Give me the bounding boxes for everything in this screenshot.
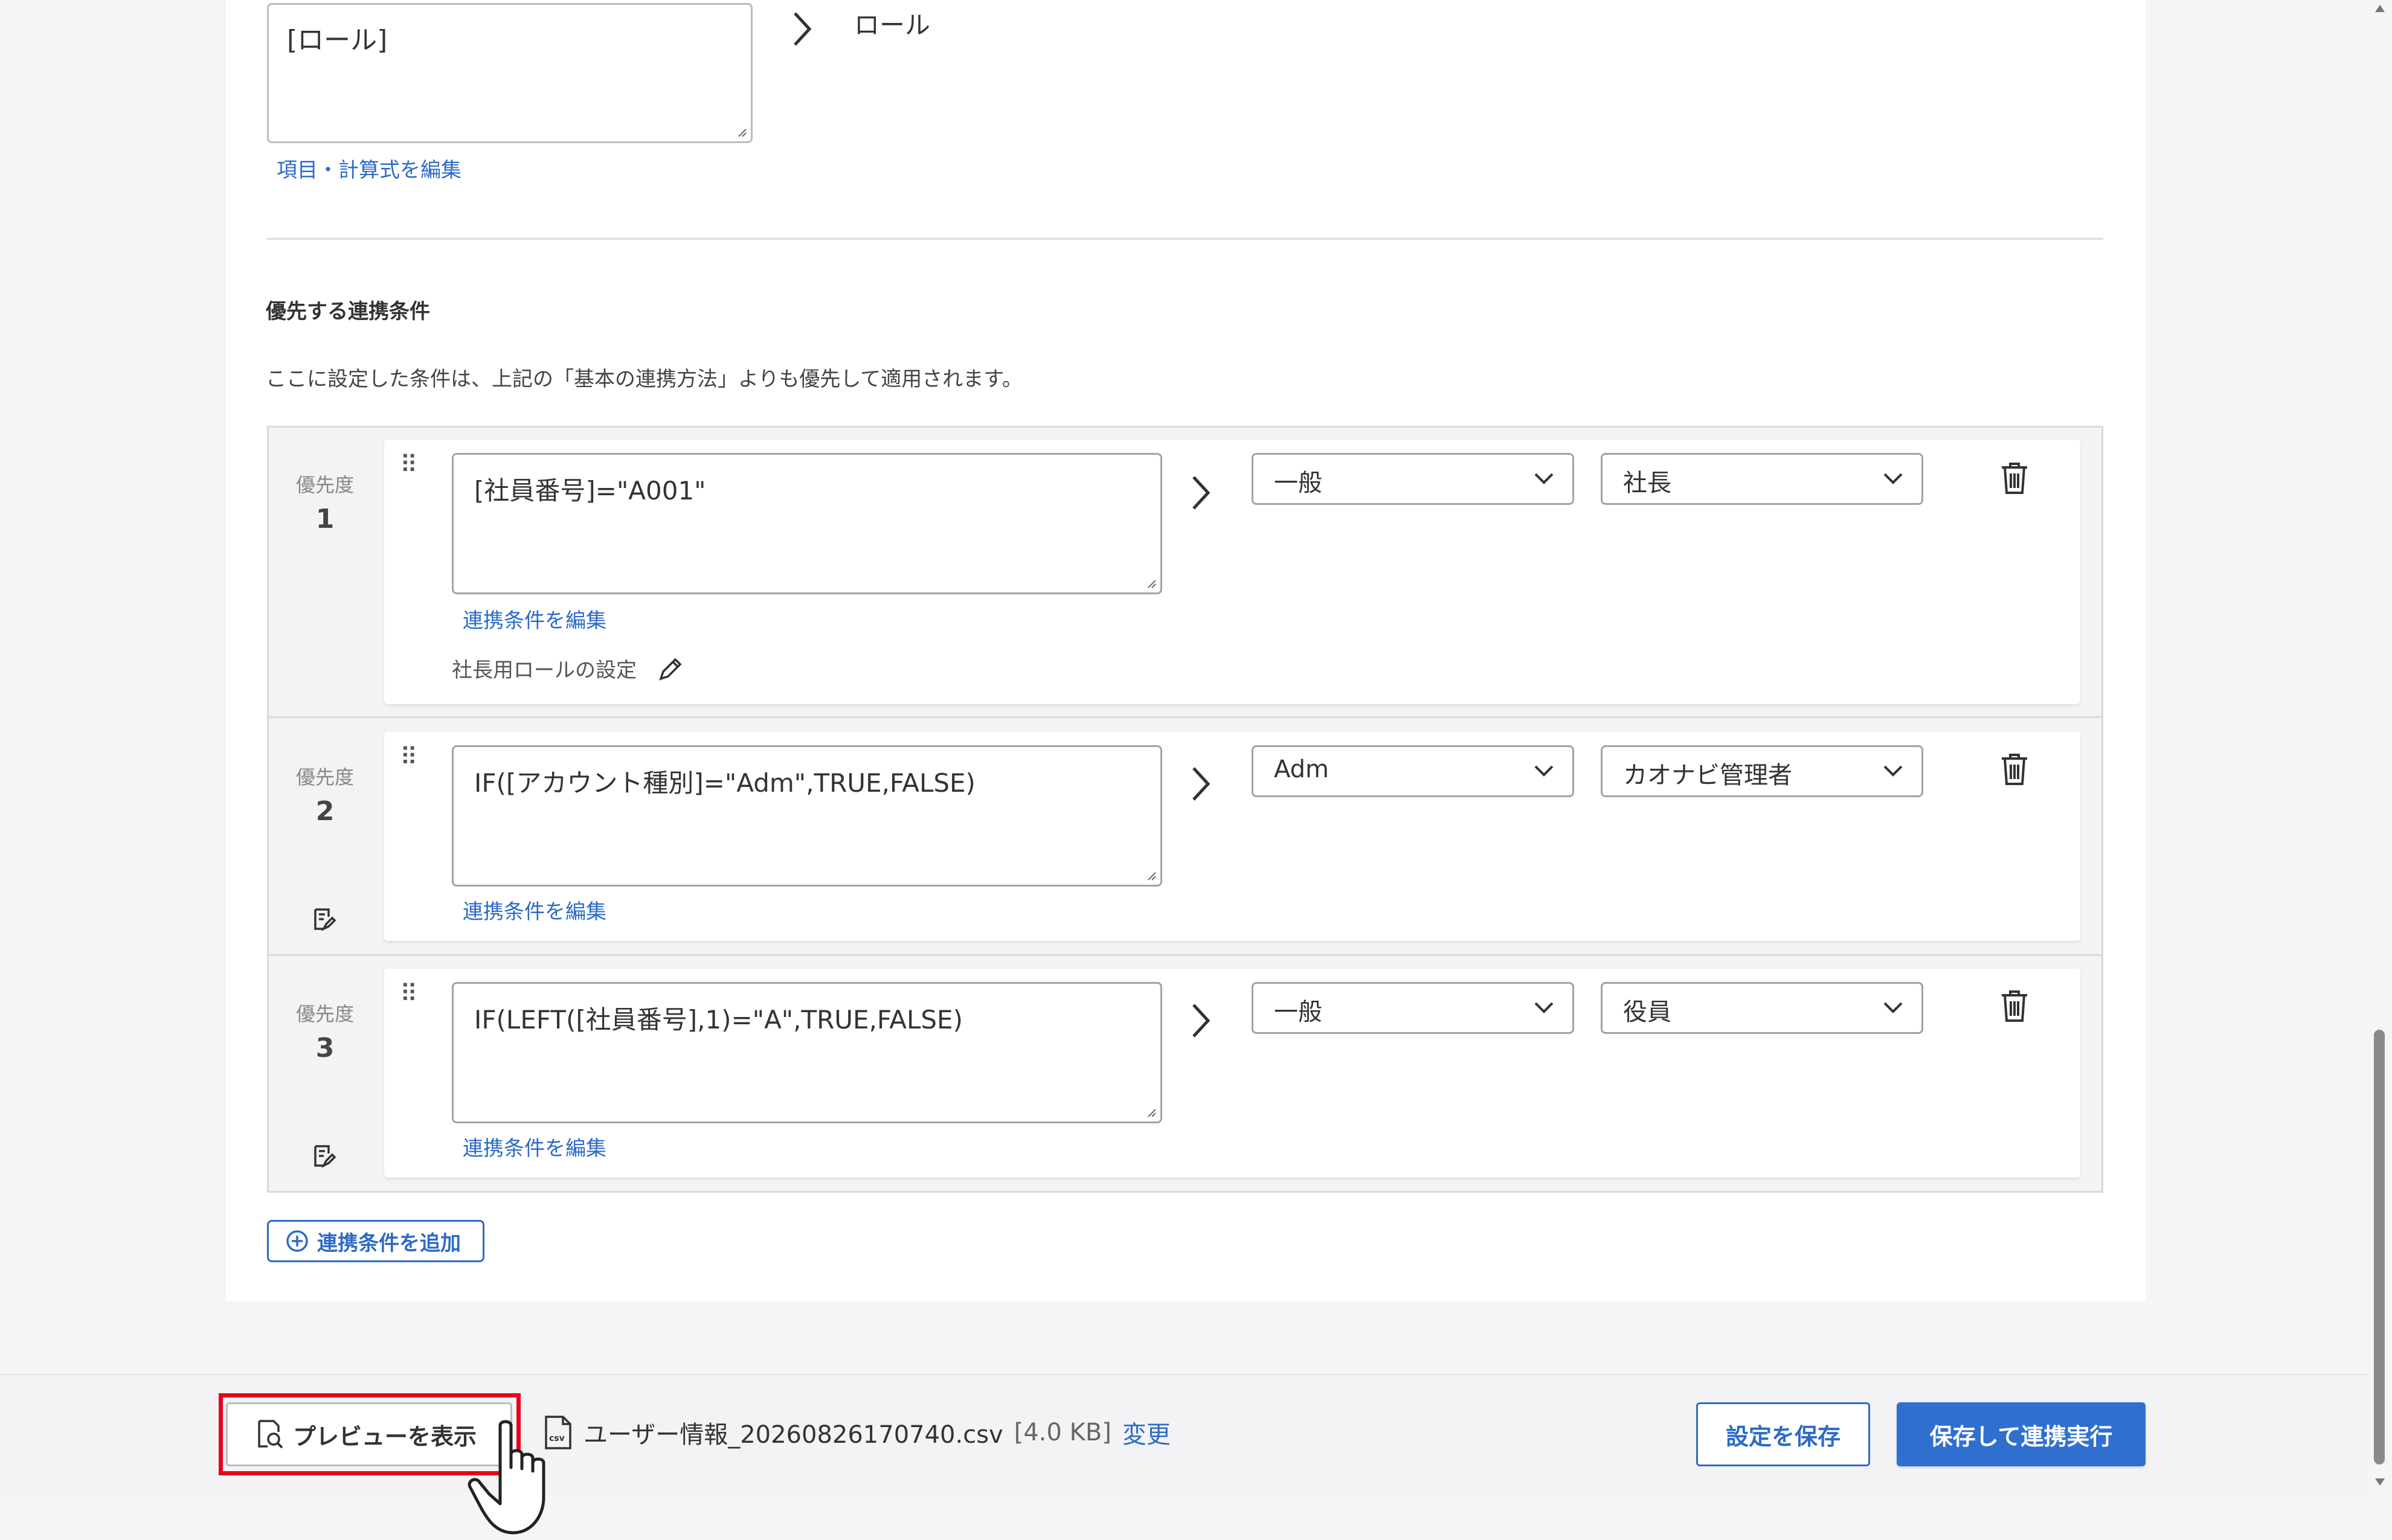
condition-text: IF([アカウント種別]="Adm",TRUE,FALSE) xyxy=(474,768,976,798)
condition-field[interactable]: [社員番号]="A001" xyxy=(452,453,1162,594)
select-value: 役員 xyxy=(1623,998,1671,1026)
scroll-up-icon[interactable] xyxy=(2374,4,2386,13)
save-and-run-button[interactable]: 保存して連携実行 xyxy=(1897,1402,2146,1466)
edit-condition-link[interactable]: 連携条件を編集 xyxy=(463,604,606,634)
priority-number: 2 xyxy=(315,796,335,827)
role-select[interactable]: 役員 xyxy=(1601,982,1923,1034)
rule-note: 社長用ロールの設定 xyxy=(452,658,637,682)
source-value-select[interactable]: 一般 xyxy=(1252,453,1574,505)
role-formula-value: [ロール] xyxy=(287,25,388,56)
source-value-select[interactable]: 一般 xyxy=(1252,982,1574,1034)
hand-cursor-icon xyxy=(468,1420,545,1535)
chevron-down-icon xyxy=(1534,765,1554,777)
memo-edit-icon[interactable] xyxy=(310,906,337,932)
source-value-select[interactable]: Adm xyxy=(1252,745,1574,797)
section-description: ここに設定した条件は、上記の「基本の連携方法」よりも優先して適用されます。 xyxy=(266,367,1023,391)
priority-number: 3 xyxy=(315,1033,335,1064)
trash-icon[interactable] xyxy=(1999,989,2030,1023)
condition-text: IF(LEFT([社員番号],1)="A",TRUE,FALSE) xyxy=(474,1005,963,1035)
chevron-down-icon xyxy=(1883,1002,1903,1013)
file-info: csv ユーザー情報_20260826170740.csv [4.0 KB] 変… xyxy=(544,1414,1171,1451)
file-size: [4.0 KB] xyxy=(1014,1419,1111,1446)
select-value: Adm xyxy=(1274,756,1329,783)
chevron-down-icon xyxy=(1883,473,1903,484)
rule-divider xyxy=(267,716,2103,718)
memo-edit-icon[interactable] xyxy=(310,1143,337,1169)
chevron-down-icon xyxy=(1534,473,1554,484)
priority-number: 1 xyxy=(315,504,335,534)
edit-condition-link[interactable]: 連携条件を編集 xyxy=(463,895,606,925)
drag-handle-icon[interactable]: ⠿ xyxy=(400,982,417,1006)
arrow-right-icon xyxy=(1192,1004,1210,1038)
drag-handle-icon[interactable]: ⠿ xyxy=(400,745,417,769)
vertical-scrollbar[interactable] xyxy=(2368,0,2392,1495)
add-condition-button[interactable]: 連携条件を追加 xyxy=(267,1220,484,1262)
select-value: 一般 xyxy=(1274,998,1322,1026)
rule-divider xyxy=(267,954,2103,956)
add-condition-label: 連携条件を追加 xyxy=(317,1231,461,1256)
condition-field[interactable]: IF(LEFT([社員番号],1)="A",TRUE,FALSE) xyxy=(452,982,1162,1123)
trash-icon[interactable] xyxy=(1999,461,2030,495)
select-value: カオナビ管理者 xyxy=(1623,762,1792,789)
priority-label: 優先度 xyxy=(295,473,354,496)
select-value: 一般 xyxy=(1274,469,1322,497)
role-select[interactable]: カオナビ管理者 xyxy=(1601,745,1923,797)
plus-circle-icon xyxy=(286,1230,308,1252)
role-formula-field[interactable]: [ロール] xyxy=(267,3,753,143)
pencil-icon[interactable] xyxy=(657,656,684,682)
arrow-right-icon xyxy=(794,12,812,46)
resize-grip-icon[interactable] xyxy=(1145,869,1157,881)
resize-grip-icon[interactable] xyxy=(735,126,747,138)
resize-grip-icon[interactable] xyxy=(1145,1106,1157,1118)
chevron-down-icon xyxy=(1883,765,1903,777)
role-select[interactable]: 社長 xyxy=(1601,453,1923,505)
drag-handle-icon[interactable]: ⠿ xyxy=(400,453,417,477)
scrollbar-thumb[interactable] xyxy=(2374,1030,2385,1465)
select-value: 社長 xyxy=(1623,469,1671,497)
section-title: 優先する連携条件 xyxy=(266,300,430,324)
priority-label: 優先度 xyxy=(295,766,354,789)
scroll-down-icon[interactable] xyxy=(2374,1477,2386,1487)
trash-icon[interactable] xyxy=(1999,752,2030,786)
role-target-label: ロール xyxy=(854,10,931,40)
priority-label: 優先度 xyxy=(295,1003,354,1025)
chevron-down-icon xyxy=(1534,1002,1554,1013)
condition-text: [社員番号]="A001" xyxy=(474,476,706,505)
save-settings-button[interactable]: 設定を保存 xyxy=(1696,1402,1870,1466)
change-file-link[interactable]: 変更 xyxy=(1122,1415,1171,1450)
divider xyxy=(267,238,2103,240)
edit-formula-link[interactable]: 項目・計算式を編集 xyxy=(277,153,461,183)
file-name: ユーザー情報_20260826170740.csv xyxy=(584,1421,1003,1449)
arrow-right-icon xyxy=(1192,767,1210,801)
edit-condition-link[interactable]: 連携条件を編集 xyxy=(463,1132,606,1161)
resize-grip-icon[interactable] xyxy=(1145,577,1157,589)
arrow-right-icon xyxy=(1192,476,1210,510)
condition-field[interactable]: IF([アカウント種別]="Adm",TRUE,FALSE) xyxy=(452,745,1162,887)
